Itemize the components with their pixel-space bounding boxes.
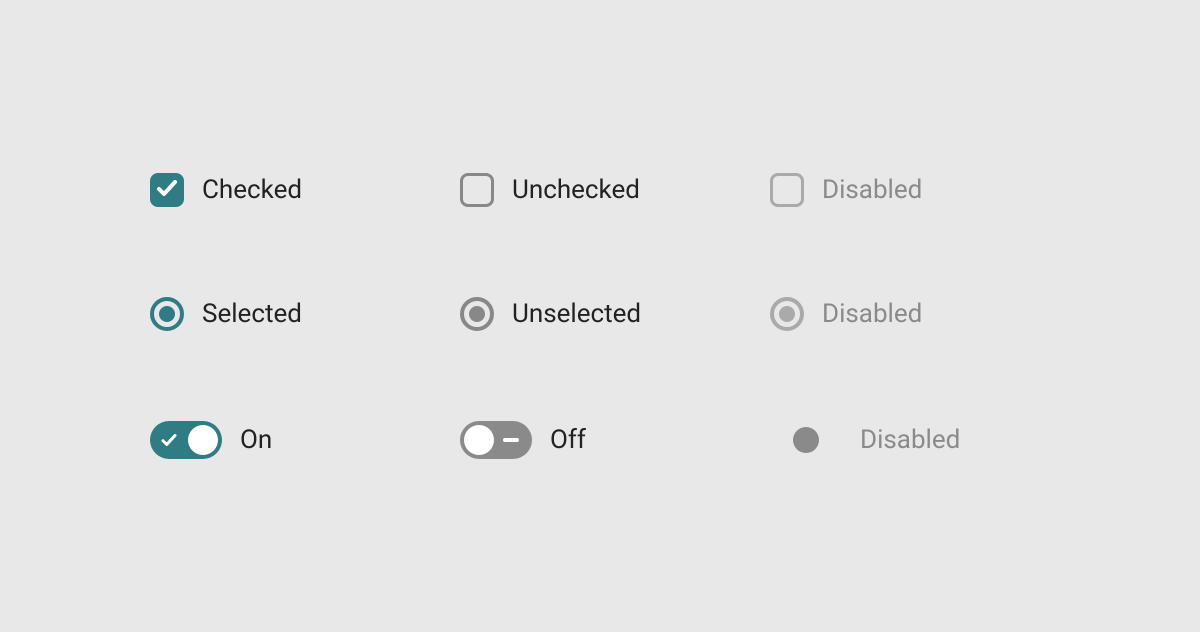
switch-disabled-dot-icon: [793, 427, 819, 453]
switch-thumb: [464, 425, 494, 455]
radio-disabled: [770, 297, 804, 331]
checkbox-checked[interactable]: [150, 173, 184, 207]
switch-on-label: On: [240, 425, 272, 455]
checkbox-checked-label: Checked: [202, 175, 302, 205]
checkbox-unchecked[interactable]: [460, 173, 494, 207]
radio-selected-item: Selected: [150, 297, 430, 331]
radio-unselected-label: Unselected: [512, 299, 641, 329]
checkbox-unchecked-label: Unchecked: [512, 175, 640, 205]
switch-off-label: Off: [550, 425, 586, 455]
check-icon: [155, 176, 179, 204]
switch-disabled: [770, 421, 842, 459]
checkbox-unchecked-item: Unchecked: [460, 173, 740, 207]
switch-on[interactable]: [150, 421, 222, 459]
switch-disabled-label: Disabled: [860, 425, 960, 455]
dash-icon: [503, 438, 519, 442]
radio-unselected[interactable]: [460, 297, 494, 331]
radio-disabled-label: Disabled: [822, 299, 922, 329]
checkbox-checked-item: Checked: [150, 173, 430, 207]
switch-off[interactable]: [460, 421, 532, 459]
switch-on-item: On: [150, 421, 430, 459]
radio-selected[interactable]: [150, 297, 184, 331]
controls-grid: Checked Unchecked Disabled Selected Unse…: [150, 173, 1050, 459]
switch-thumb: [188, 425, 218, 455]
check-icon: [160, 431, 178, 449]
radio-selected-label: Selected: [202, 299, 302, 329]
radio-unselected-item: Unselected: [460, 297, 740, 331]
checkbox-disabled-label: Disabled: [822, 175, 922, 205]
switch-off-item: Off: [460, 421, 740, 459]
checkbox-disabled: [770, 173, 804, 207]
radio-disabled-item: Disabled: [770, 297, 1050, 331]
switch-disabled-item: Disabled: [770, 421, 1050, 459]
checkbox-disabled-item: Disabled: [770, 173, 1050, 207]
